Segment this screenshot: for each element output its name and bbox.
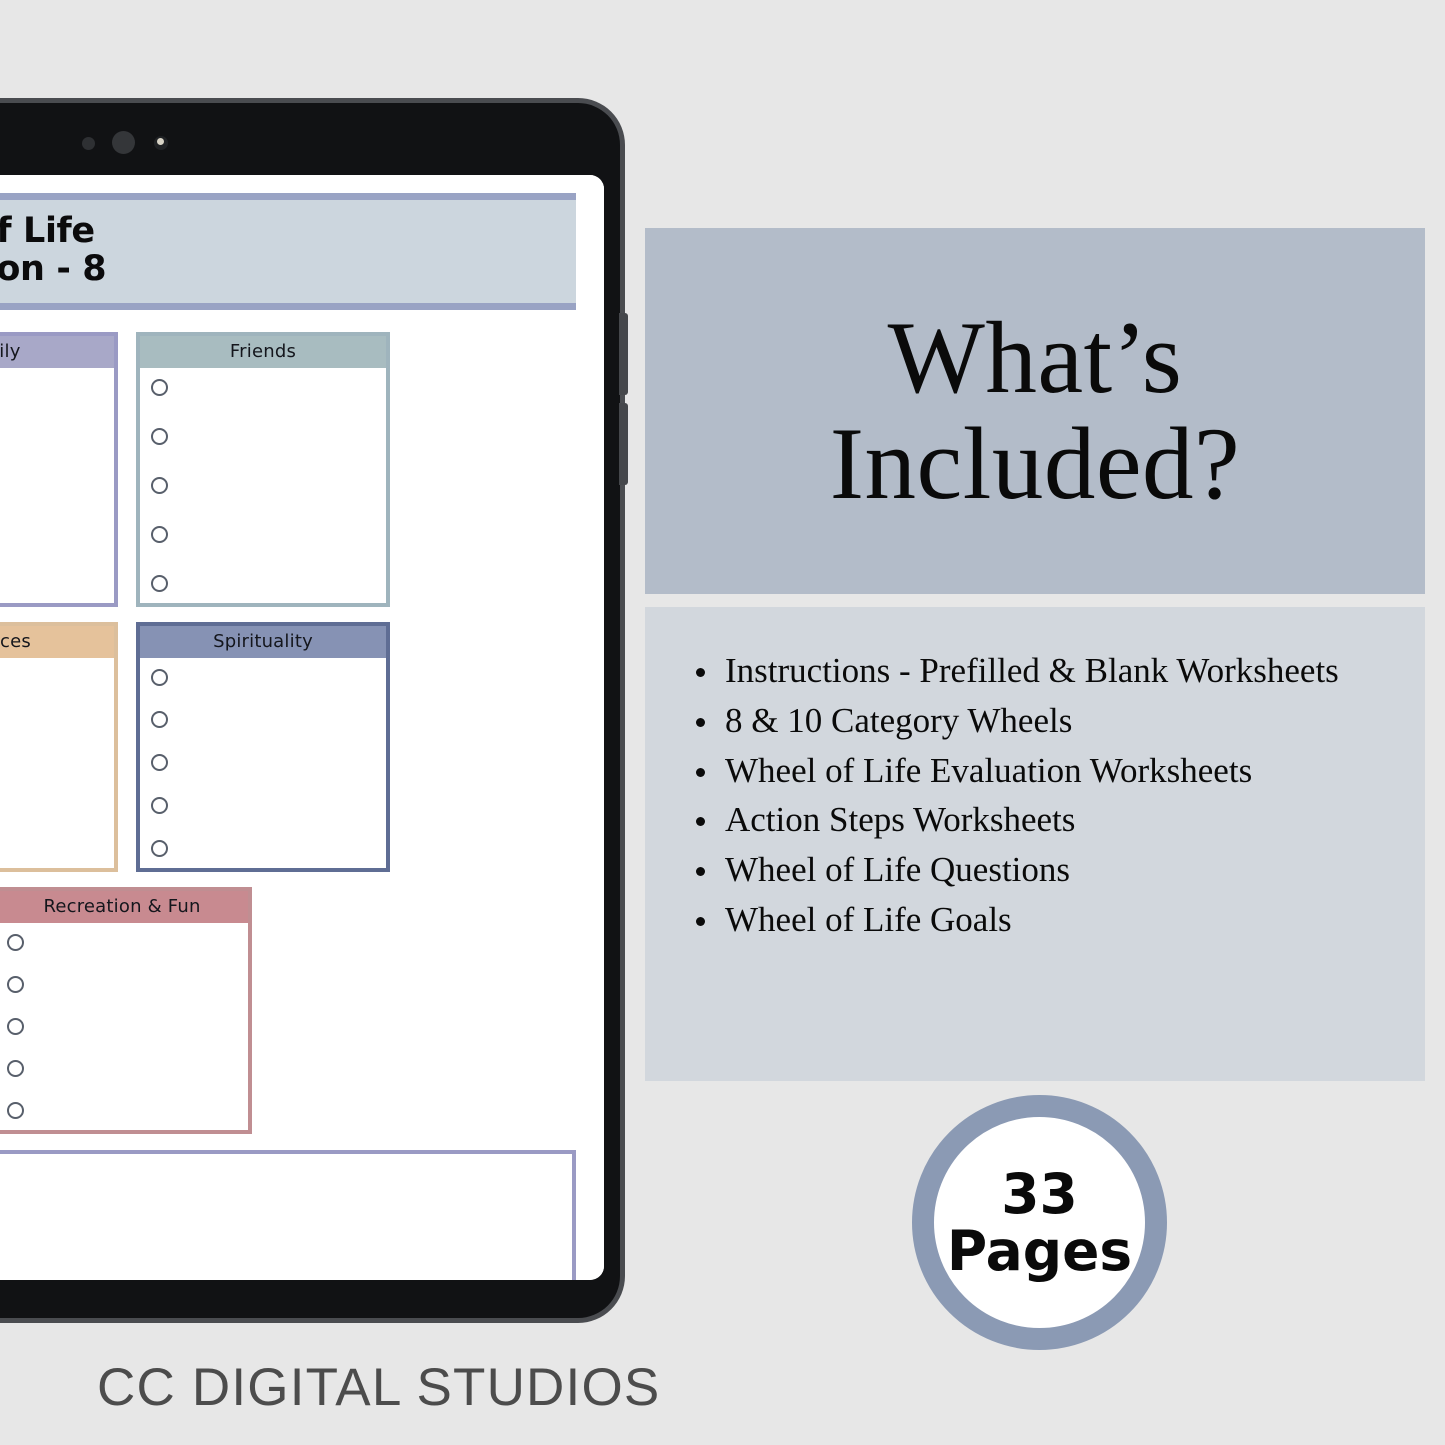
bullet-dot-icon xyxy=(696,767,705,777)
category-card-friends[interactable]: Friends xyxy=(136,331,390,607)
worksheet-category-grid: Goals Family xyxy=(0,331,576,1134)
bullet-dot-icon xyxy=(696,668,705,677)
checkbox-circle-icon[interactable] xyxy=(151,711,168,729)
category-card-header: Spirituality xyxy=(140,625,386,658)
whats-included-heading-panel: What’s Included? xyxy=(645,228,1425,594)
wheel-of-life-worksheet: Wheel of Life Evaluation - 8 Goals Famil… xyxy=(0,175,604,1280)
category-card-spirituality[interactable]: Spirituality xyxy=(136,621,390,872)
checkbox-circle-icon[interactable] xyxy=(7,1017,24,1035)
included-items-panel: Instructions - Prefilled & Blank Workshe… xyxy=(645,607,1425,1081)
included-items-list: Instructions - Prefilled & Blank Workshe… xyxy=(689,649,1401,943)
list-item: Wheel of Life Goals xyxy=(689,898,1401,943)
list-item-label: Instructions - Prefilled & Blank Workshe… xyxy=(725,651,1339,690)
category-card-family[interactable]: Family xyxy=(0,331,118,607)
list-item: Instructions - Prefilled & Blank Workshe… xyxy=(689,649,1401,694)
checkbox-circle-icon[interactable] xyxy=(151,668,168,686)
category-card-body[interactable] xyxy=(140,367,386,603)
sensor-dot-icon xyxy=(82,137,95,150)
checkbox-circle-icon[interactable] xyxy=(7,975,24,993)
worksheet-notes-strip[interactable] xyxy=(0,1149,576,1280)
list-item-label: Wheel of Life Questions xyxy=(725,850,1071,890)
list-item: Action Steps Worksheets xyxy=(689,798,1401,843)
category-card-header: Friends xyxy=(140,335,386,368)
tablet-sensor-array xyxy=(82,131,212,154)
page-count-number: 33 xyxy=(1001,1161,1078,1226)
worksheet-title-bar: Wheel of Life Evaluation - 8 xyxy=(0,193,576,310)
list-item-label: Wheel of Life Goals xyxy=(725,899,1012,939)
checkbox-circle-icon[interactable] xyxy=(7,1059,24,1077)
worksheet-title-line-2: Evaluation - 8 xyxy=(0,248,107,289)
checkbox-circle-icon[interactable] xyxy=(151,525,168,543)
checkbox-circle-icon[interactable] xyxy=(151,796,168,814)
bullet-dot-icon xyxy=(696,817,705,827)
listing-image-canvas: Wheel of Life Evaluation - 8 Goals Famil… xyxy=(0,0,1445,1445)
category-card-finances[interactable]: Finances xyxy=(0,621,118,872)
page-count-unit: Pages xyxy=(946,1218,1133,1283)
worksheet-row: Partner & Love Recreation & Fun xyxy=(0,886,576,1134)
worksheet-row: Goals Family xyxy=(0,331,576,607)
bullet-dot-icon xyxy=(696,717,705,727)
category-card-header: Family xyxy=(0,335,114,368)
page-title-line-1: What’s xyxy=(887,300,1183,415)
list-item: Wheel of Life Evaluation Worksheets xyxy=(689,749,1401,794)
category-card-header: Recreation & Fun xyxy=(0,890,248,923)
checkbox-circle-icon[interactable] xyxy=(7,1101,24,1119)
list-item: Wheel of Life Questions xyxy=(689,848,1401,893)
page-count-badge: 33 Pages xyxy=(912,1095,1167,1350)
category-card-header: Finances xyxy=(0,625,114,658)
checkbox-circle-icon[interactable] xyxy=(7,933,24,951)
checkbox-circle-icon[interactable] xyxy=(151,754,168,772)
checkbox-circle-icon[interactable] xyxy=(151,427,168,445)
category-card-body[interactable] xyxy=(0,367,114,603)
tablet-mockup: Wheel of Life Evaluation - 8 Goals Famil… xyxy=(0,103,628,1318)
category-card-body[interactable] xyxy=(0,922,248,1130)
page-title-line-2: Included? xyxy=(829,407,1241,521)
list-item-label: Wheel of Life Evaluation Worksheets xyxy=(725,750,1253,790)
speaker-dot-icon xyxy=(112,131,135,154)
list-item-label: 8 & 10 Category Wheels xyxy=(725,700,1073,740)
category-card-body[interactable] xyxy=(0,657,114,868)
page-title: What’s Included? xyxy=(830,305,1241,517)
worksheet-row: Goals Finances xyxy=(0,621,576,872)
front-camera-icon xyxy=(154,136,168,150)
list-item-label: Action Steps Worksheets xyxy=(725,800,1076,840)
checkbox-circle-icon[interactable] xyxy=(151,839,168,857)
brand-wordmark: CC DIGITAL STUDIOS xyxy=(97,1358,661,1417)
tablet-screen: Wheel of Life Evaluation - 8 Goals Famil… xyxy=(0,175,604,1280)
category-card-body[interactable] xyxy=(140,657,386,868)
bullet-dot-icon xyxy=(696,916,705,926)
checkbox-circle-icon[interactable] xyxy=(151,378,168,396)
volume-up-button[interactable] xyxy=(619,313,628,395)
checkbox-circle-icon[interactable] xyxy=(151,574,168,592)
list-item: 8 & 10 Category Wheels xyxy=(689,699,1401,744)
category-card-recreation-and-fun[interactable]: Recreation & Fun xyxy=(0,886,252,1134)
worksheet-title-line-1: Wheel of Life xyxy=(0,211,95,251)
bullet-dot-icon xyxy=(696,867,705,877)
checkbox-circle-icon[interactable] xyxy=(151,476,168,494)
volume-down-button[interactable] xyxy=(619,403,628,485)
